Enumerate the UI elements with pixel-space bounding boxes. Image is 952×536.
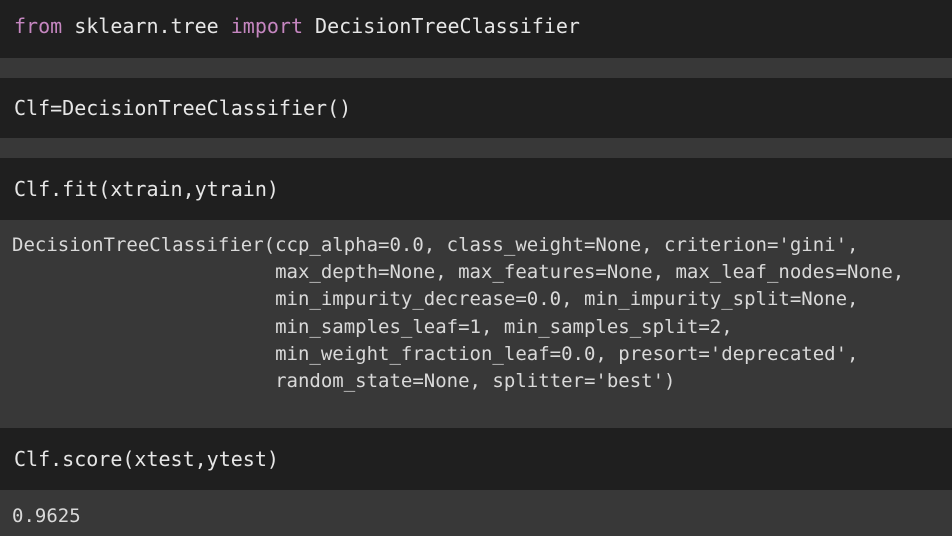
output-score: 0.9625: [0, 490, 952, 536]
keyword-import: import: [230, 14, 303, 38]
code-text: Clf.score(xtest,ytest): [14, 447, 279, 471]
score-value: 0.9625: [12, 505, 81, 527]
cell-separator: [0, 58, 952, 78]
keyword-from: from: [14, 14, 63, 38]
notebook: from sklearn.tree import DecisionTreeCla…: [0, 0, 952, 536]
cell-separator: [0, 138, 952, 158]
output-line: random_state=None, splitter='best'): [12, 370, 676, 393]
code-cell-score[interactable]: Clf.score(xtest,ytest): [0, 428, 952, 490]
code-text: Clf=DecisionTreeClassifier(): [14, 96, 352, 120]
output-line: max_depth=None, max_features=None, max_l…: [12, 261, 905, 284]
module-name: sklearn.tree: [62, 14, 231, 38]
code-text: Clf.fit(xtrain,ytrain): [14, 177, 279, 201]
output-line: min_impurity_decrease=0.0, min_impurity_…: [12, 288, 859, 311]
imported-class: DecisionTreeClassifier: [303, 14, 580, 38]
output-line: min_weight_fraction_leaf=0.0, presort='d…: [12, 342, 859, 365]
code-cell-init[interactable]: Clf=DecisionTreeClassifier(): [0, 78, 952, 138]
code-cell-import[interactable]: from sklearn.tree import DecisionTreeCla…: [0, 0, 952, 58]
code-cell-fit[interactable]: Clf.fit(xtrain,ytrain): [0, 158, 952, 220]
output-line: min_samples_leaf=1, min_samples_split=2,: [12, 315, 733, 338]
output-fit: DecisionTreeClassifier(ccp_alpha=0.0, cl…: [0, 220, 952, 428]
output-line: DecisionTreeClassifier(ccp_alpha=0.0, cl…: [12, 234, 859, 256]
